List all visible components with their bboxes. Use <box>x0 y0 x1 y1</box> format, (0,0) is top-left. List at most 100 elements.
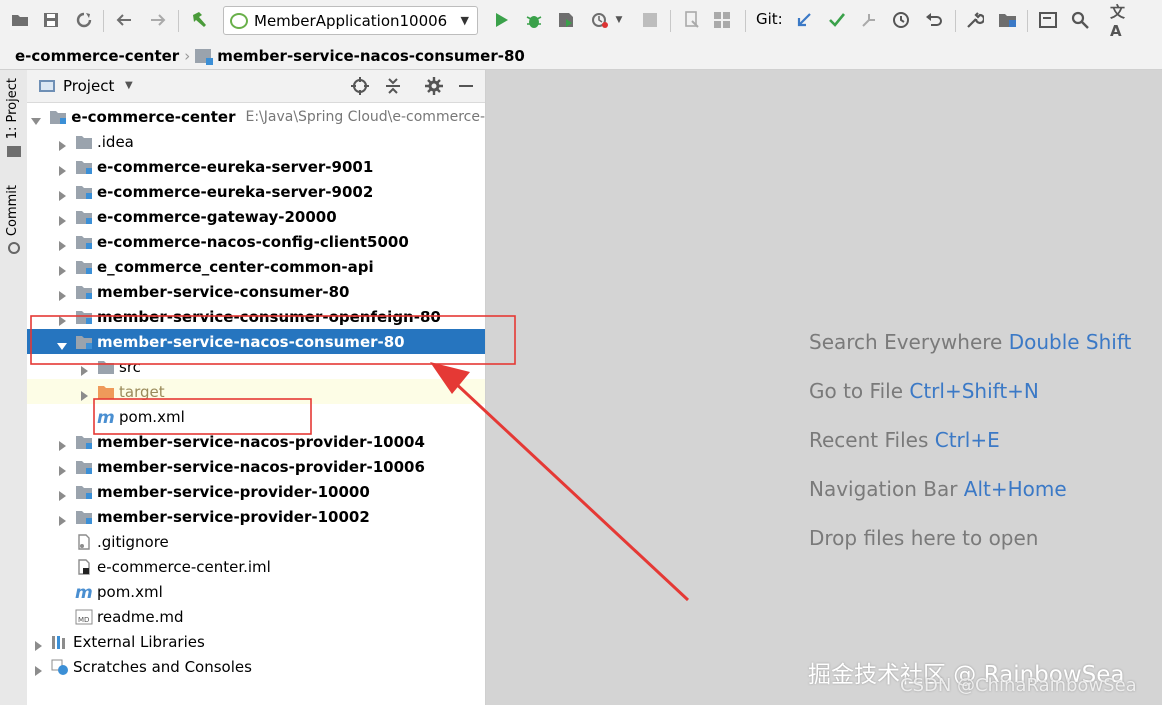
module-folder-icon <box>75 434 93 450</box>
tree-row[interactable]: e-commerce-eureka-server-9001 <box>27 154 485 179</box>
collapse-arrow-icon[interactable] <box>57 262 67 276</box>
tree-row-label: pom.xml <box>97 582 163 601</box>
debug-icon[interactable] <box>522 8 546 32</box>
tree-row-label: member-service-provider-10002 <box>97 507 370 526</box>
collapse-arrow-icon[interactable] <box>57 437 67 451</box>
collapse-arrow-icon[interactable] <box>57 162 67 176</box>
commit-tool-tab[interactable]: Commit <box>5 185 20 236</box>
tree-row-label: member-service-provider-10000 <box>97 482 370 501</box>
tree-row[interactable]: e-commerce-center.iml <box>27 554 485 579</box>
editor-hint-text: Recent Files <box>809 428 935 452</box>
sync-icon[interactable] <box>72 8 96 32</box>
module-folder-icon <box>75 184 93 200</box>
collapse-arrow-icon[interactable] <box>57 212 67 226</box>
translate-icon[interactable]: 文A <box>1110 3 1134 40</box>
collapse-arrow-icon[interactable] <box>57 312 67 326</box>
run-icon[interactable] <box>490 8 514 32</box>
editor-empty-area[interactable]: Search Everywhere Double Shift Go to File… <box>486 70 1162 705</box>
git-push-icon[interactable] <box>857 8 881 32</box>
tree-row[interactable]: Scratches and Consoles <box>27 654 485 679</box>
tree-row[interactable]: member-service-provider-10002 <box>27 504 485 529</box>
settings-icon[interactable] <box>963 8 987 32</box>
profile-dropdown-icon[interactable]: ▼ <box>612 8 626 32</box>
collapse-arrow-icon[interactable] <box>33 662 43 676</box>
project-view-selector[interactable]: Project <box>63 77 114 95</box>
collapse-arrow-icon[interactable] <box>57 462 67 476</box>
rollback-icon[interactable] <box>922 8 946 32</box>
collapse-arrow-icon[interactable] <box>57 137 67 151</box>
tree-row[interactable]: member-service-consumer-openfeign-80 <box>27 304 485 329</box>
history-icon[interactable] <box>889 8 913 32</box>
expand-arrow-icon[interactable] <box>31 112 42 125</box>
maven-icon: m <box>75 582 93 603</box>
run-configuration-select[interactable]: MemberApplication10006 ▼ <box>223 6 478 35</box>
collapse-arrow-icon[interactable] <box>79 387 89 401</box>
git-commit-icon[interactable] <box>825 8 849 32</box>
maven-icon: m <box>97 407 115 428</box>
build-icon[interactable] <box>187 8 211 32</box>
collapse-arrow-icon[interactable] <box>79 362 89 376</box>
tree-row[interactable]: m pom.xml <box>27 404 485 429</box>
tree-row[interactable]: e-commerce-nacos-config-client5000 <box>27 229 485 254</box>
collapse-arrow-icon[interactable] <box>57 187 67 201</box>
tree-row[interactable]: e_commerce_center-common-api <box>27 254 485 279</box>
tree-row[interactable]: e-commerce-eureka-server-9002 <box>27 179 485 204</box>
back-icon[interactable] <box>112 8 136 32</box>
editor-hint: Drop files here to open <box>809 526 1038 550</box>
locate-icon[interactable] <box>351 77 369 99</box>
tree-row[interactable]: member-service-nacos-provider-10004 <box>27 429 485 454</box>
module-folder-icon <box>75 159 93 175</box>
tree-row[interactable]: m pom.xml <box>27 579 485 604</box>
main-toolbar: MemberApplication10006 ▼ ▼ Git: 文A <box>0 0 1162 42</box>
tree-row[interactable]: MD readme.md <box>27 604 485 629</box>
collapse-arrow-icon[interactable] <box>57 287 67 301</box>
open-folder-icon[interactable] <box>8 8 32 32</box>
breadcrumb-root[interactable]: e-commerce-center <box>15 47 179 65</box>
editor-hint: Search Everywhere Double Shift <box>809 330 1131 354</box>
hide-panel-icon[interactable] <box>459 85 473 87</box>
coverage-icon[interactable] <box>554 8 578 32</box>
save-icon[interactable] <box>39 8 63 32</box>
chevron-down-icon[interactable]: ▼ <box>125 80 133 91</box>
project-view-icon <box>39 80 55 92</box>
tree-row[interactable]: member-service-nacos-consumer-80 <box>27 329 485 354</box>
search-icon[interactable] <box>1068 8 1092 32</box>
project-tool-tab[interactable]: 1: Project <box>5 78 20 139</box>
tree-row[interactable]: e-commerce-gateway-20000 <box>27 204 485 229</box>
tree-row[interactable]: e-commerce-center E:\Java\Spring Cloud\e-… <box>27 104 485 129</box>
terminal-icon[interactable] <box>1036 8 1060 32</box>
git-update-icon[interactable] <box>792 8 816 32</box>
collapse-arrow-icon[interactable] <box>57 512 67 526</box>
tree-row[interactable]: target <box>27 379 485 404</box>
project-structure-icon[interactable] <box>710 8 734 32</box>
excluded-folder-icon <box>97 384 115 400</box>
spring-boot-icon <box>230 12 248 29</box>
collapse-all-icon[interactable] <box>385 77 401 99</box>
tree-row[interactable]: .gitignore <box>27 529 485 554</box>
attach-icon[interactable] <box>680 8 704 32</box>
editor-hint: Recent Files Ctrl+E <box>809 428 1000 452</box>
tree-row[interactable]: member-service-consumer-80 <box>27 279 485 304</box>
breadcrumb-module[interactable]: member-service-nacos-consumer-80 <box>217 47 525 65</box>
forward-icon[interactable] <box>146 8 170 32</box>
tree-row-label: e-commerce-center <box>71 107 236 126</box>
tree-row-label: e_commerce_center-common-api <box>97 257 374 276</box>
collapse-arrow-icon[interactable] <box>57 237 67 251</box>
gear-icon[interactable] <box>425 77 443 99</box>
collapse-arrow-icon[interactable] <box>33 637 43 651</box>
tree-row[interactable]: External Libraries <box>27 629 485 654</box>
profile-icon[interactable] <box>588 8 612 32</box>
tree-row[interactable]: .idea <box>27 129 485 154</box>
stop-icon[interactable] <box>638 8 662 32</box>
project-panel-header: Project ▼ <box>27 70 485 103</box>
expand-arrow-icon[interactable] <box>57 337 67 350</box>
tree-row-label: pom.xml <box>119 407 185 426</box>
collapse-arrow-icon[interactable] <box>57 487 67 501</box>
module-folder-icon <box>75 284 93 300</box>
tree-row[interactable]: src <box>27 354 485 379</box>
tree-row[interactable]: member-service-nacos-provider-10006 <box>27 454 485 479</box>
sdk-icon[interactable] <box>996 8 1020 32</box>
tree-row[interactable]: member-service-provider-10000 <box>27 479 485 504</box>
